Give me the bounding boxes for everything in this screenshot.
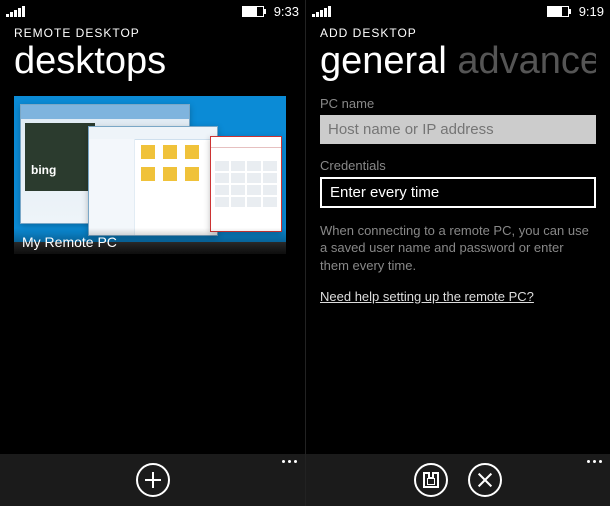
- appbar-more-button[interactable]: [587, 460, 602, 463]
- status-bar: 9:19: [306, 0, 610, 22]
- app-name: REMOTE DESKTOP: [14, 26, 291, 40]
- desktop-tile-label: My Remote PC: [14, 228, 286, 254]
- page-title: desktops: [14, 42, 291, 82]
- signal-icon: [312, 5, 331, 17]
- preview-text: bing: [31, 163, 56, 177]
- signal-icon: [6, 5, 25, 17]
- app-bar: [306, 454, 610, 506]
- page-header: ADD DESKTOP general advance: [306, 22, 610, 82]
- phone-left: 9:33 REMOTE DESKTOP desktops bing My Rem…: [0, 0, 305, 506]
- app-bar: [0, 454, 305, 506]
- save-button[interactable]: [414, 463, 448, 497]
- status-time: 9:33: [274, 4, 299, 19]
- pc-name-label: PC name: [320, 96, 596, 111]
- content-area: PC name Credentials Enter every time Whe…: [306, 82, 610, 454]
- battery-icon: [547, 6, 569, 17]
- status-time: 9:19: [579, 4, 604, 19]
- battery-icon: [242, 6, 264, 17]
- status-bar: 9:33: [0, 0, 305, 22]
- credentials-picker[interactable]: Enter every time: [320, 177, 596, 208]
- page-header: REMOTE DESKTOP desktops: [0, 22, 305, 82]
- tab-general[interactable]: general: [320, 42, 447, 82]
- save-icon: [423, 472, 439, 488]
- cancel-button[interactable]: [468, 463, 502, 497]
- tab-advanced-label[interactable]: advance: [457, 42, 596, 82]
- content-area: bing My Remote PC: [0, 82, 305, 454]
- plus-icon: [145, 472, 161, 488]
- pc-name-input[interactable]: [320, 115, 596, 144]
- desktop-tile[interactable]: bing My Remote PC: [14, 96, 286, 254]
- phone-right: 9:19 ADD DESKTOP general advance PC name…: [305, 0, 610, 506]
- app-name: ADD DESKTOP: [320, 26, 596, 40]
- pivot-tabs: general advance: [320, 42, 596, 82]
- close-icon: [477, 472, 493, 488]
- credentials-label: Credentials: [320, 158, 596, 173]
- add-button[interactable]: [136, 463, 170, 497]
- appbar-more-button[interactable]: [282, 460, 297, 463]
- help-link[interactable]: Need help setting up the remote PC?: [320, 289, 534, 304]
- credentials-help-text: When connecting to a remote PC, you can …: [320, 222, 596, 275]
